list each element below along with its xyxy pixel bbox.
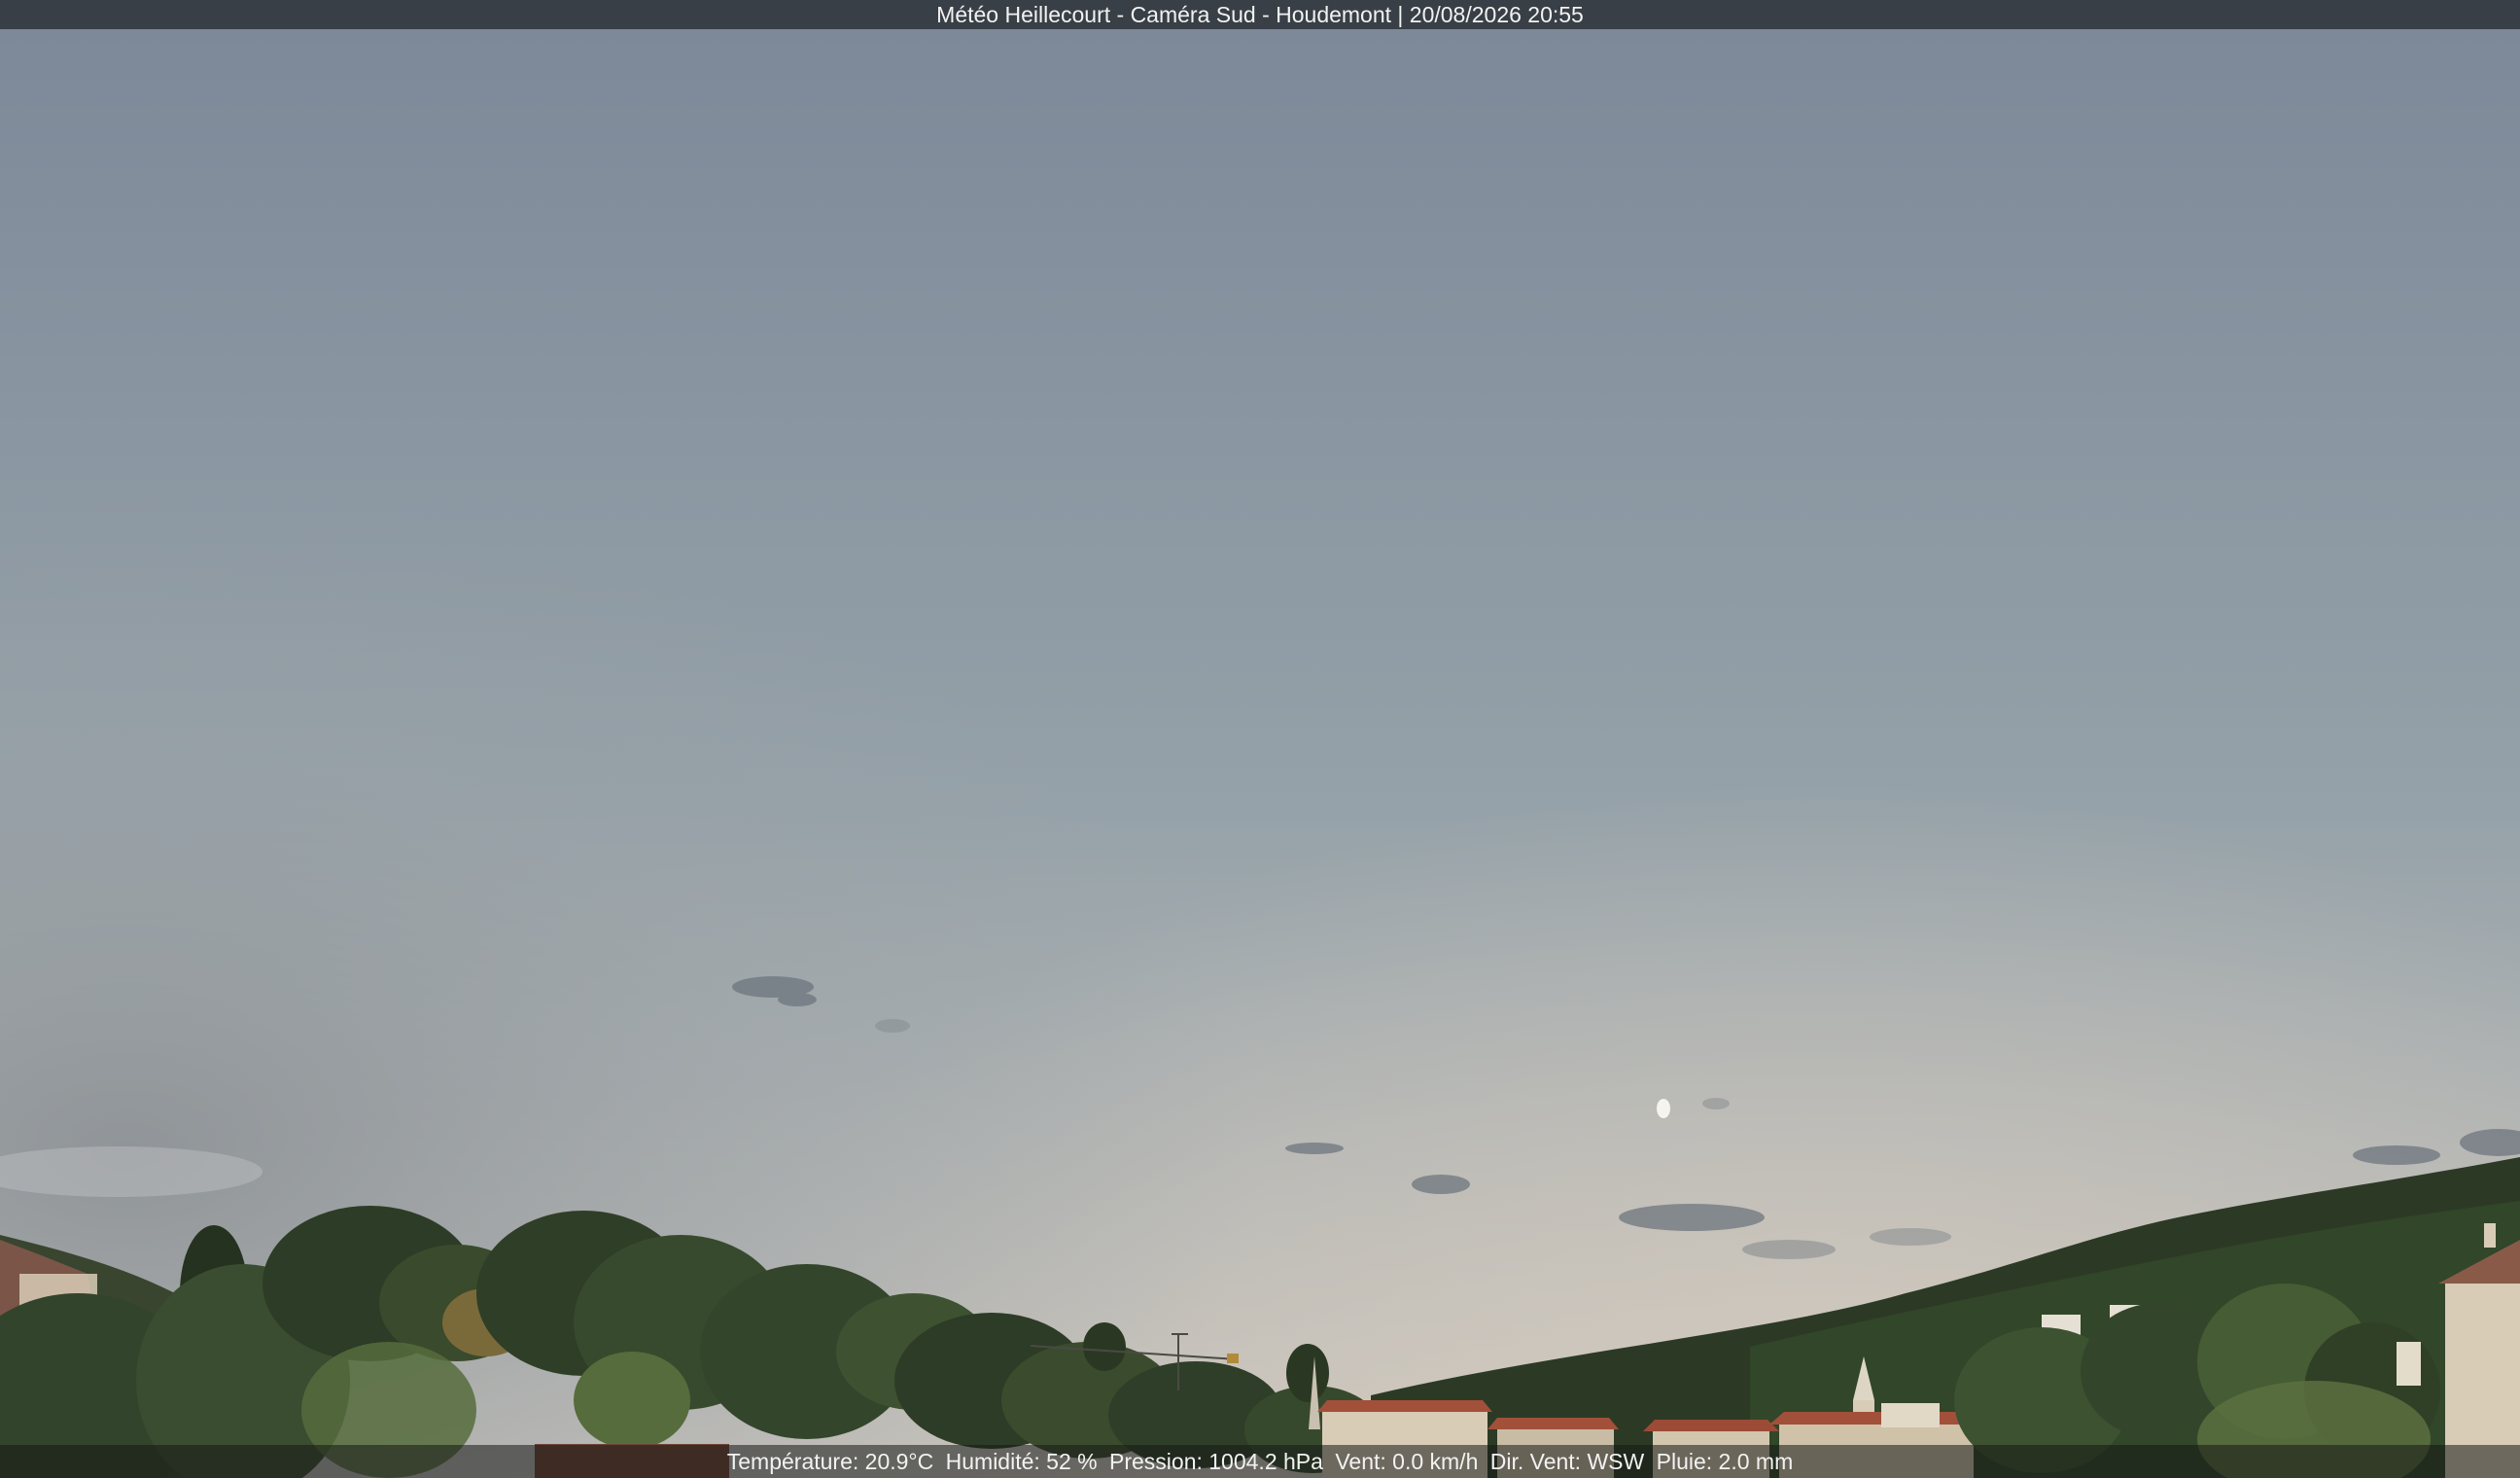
wind-speed-readout: Vent: 0.0 km/h bbox=[1335, 1449, 1479, 1474]
camera-title: Météo Heillecourt - Caméra Sud - Houdemo… bbox=[936, 2, 1584, 27]
pressure-readout: Pression: 1004.2 hPa bbox=[1109, 1449, 1323, 1474]
moon bbox=[1657, 1099, 1670, 1118]
webcam-scene bbox=[0, 0, 2520, 1478]
humidity-readout: Humidité: 52 % bbox=[945, 1449, 1098, 1474]
temperature-readout: Température: 20.9°C bbox=[726, 1449, 934, 1474]
rain-readout: Pluie: 2.0 mm bbox=[1656, 1449, 1794, 1474]
weather-info-bar: Température: 20.9°C Humidité: 52 % Press… bbox=[0, 1445, 2520, 1478]
webcam-frame: Météo Heillecourt - Caméra Sud - Houdemo… bbox=[0, 0, 2520, 1478]
camera-title-bar: Météo Heillecourt - Caméra Sud - Houdemo… bbox=[0, 0, 2520, 29]
crane-weight bbox=[1227, 1354, 1239, 1363]
wind-direction-readout: Dir. Vent: WSW bbox=[1489, 1449, 1645, 1474]
